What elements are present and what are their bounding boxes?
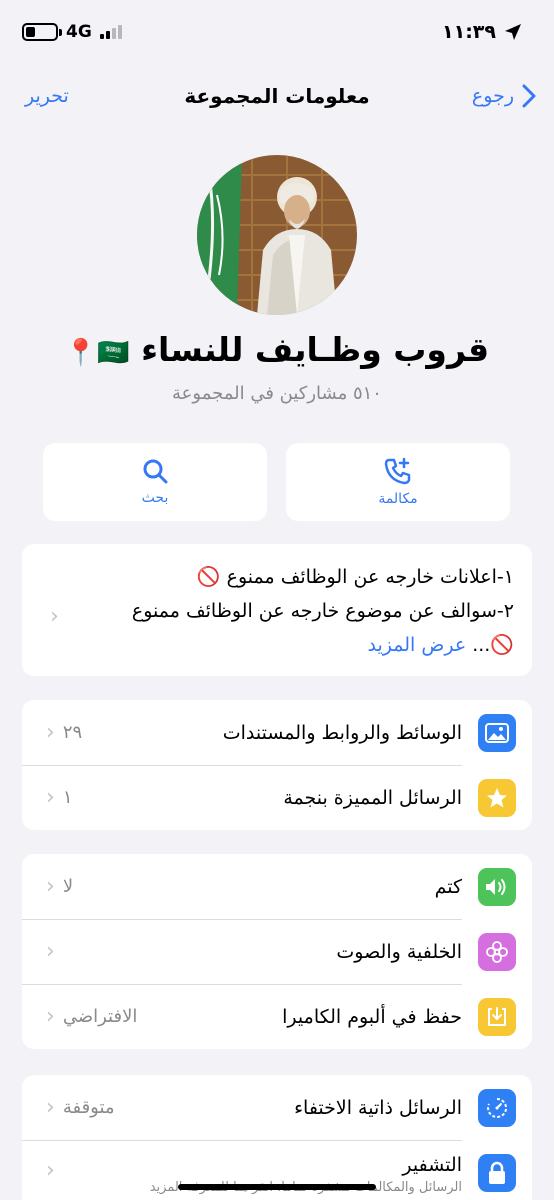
save-value: الافتراضي bbox=[62, 1006, 138, 1027]
photo-icon bbox=[478, 713, 516, 752]
media-links-docs-row[interactable]: الوسائط والروابط والمستندات ٢٩ ‹ bbox=[22, 700, 532, 765]
starred-count: ١ bbox=[62, 787, 73, 808]
status-left: 4G bbox=[22, 22, 122, 42]
settings-section: كتم لا ‹ الخلفية والصوت ‹ حفظ في ألبوم ا… bbox=[22, 854, 532, 1049]
media-count: ٢٩ bbox=[62, 722, 83, 743]
status-bar: 4G ١١:٣٩ bbox=[0, 0, 554, 64]
group-name-emojis: 🇸🇦📍 bbox=[64, 338, 130, 368]
search-label: بحث bbox=[141, 490, 169, 506]
clock: ١١:٣٩ bbox=[442, 21, 496, 43]
group-description[interactable]: ١-اعلانات خارجه عن الوظائف ممنوع 🚫 ٢-سوا… bbox=[22, 544, 532, 676]
save-to-camera-roll-row[interactable]: حفظ في ألبوم الكاميرا الافتراضي ‹ bbox=[22, 984, 532, 1049]
group-name-text: قروب وظـايف للنساء bbox=[141, 330, 490, 369]
mute-label: كتم bbox=[434, 875, 462, 898]
call-button[interactable]: مكالمة bbox=[286, 443, 510, 521]
chevron-left-icon: ‹ bbox=[46, 1095, 55, 1120]
call-label: مكالمة bbox=[378, 491, 418, 507]
flower-icon bbox=[478, 932, 516, 971]
group-name: قروب وظـايف للنساء 🇸🇦📍 bbox=[0, 330, 554, 369]
mute-value: لا bbox=[62, 876, 74, 897]
chevron-left-icon: ‹ bbox=[46, 939, 55, 964]
phone-add-icon bbox=[384, 457, 411, 485]
mute-row[interactable]: كتم لا ‹ bbox=[22, 854, 532, 919]
chevron-left-icon: ‹ bbox=[46, 785, 55, 810]
status-right: ١١:٣٩ bbox=[442, 21, 522, 43]
navigation-bar: تحرير معلومات المجموعة رجوع bbox=[0, 70, 554, 122]
chevron-left-icon: ‹ bbox=[46, 1158, 55, 1183]
description-line-2: ٢-سوالف عن موضوع خارجه عن الوظائف ممنوع bbox=[131, 600, 514, 622]
group-avatar[interactable] bbox=[197, 155, 357, 315]
disappearing-value: متوقفة bbox=[62, 1097, 115, 1118]
signal-icon bbox=[99, 25, 122, 39]
disappearing-messages-row[interactable]: الرسائل ذاتية الاختفاء متوقفة ‹ bbox=[22, 1075, 532, 1140]
wallpaper-sound-row[interactable]: الخلفية والصوت ‹ bbox=[22, 919, 532, 984]
chevron-right-icon bbox=[522, 84, 536, 108]
wallpaper-label: الخلفية والصوت bbox=[336, 940, 462, 963]
search-button[interactable]: بحث bbox=[43, 443, 267, 521]
starred-messages-row[interactable]: الرسائل المميزة بنجمة ١ ‹ bbox=[22, 765, 532, 830]
back-label: رجوع bbox=[471, 85, 514, 107]
description-line-1: ١-اعلانات خارجه عن الوظائف ممنوع 🚫 bbox=[196, 566, 514, 588]
download-icon bbox=[478, 997, 516, 1036]
member-count: ٥١٠ مشاركين في المجموعة bbox=[172, 383, 382, 404]
network-type: 4G bbox=[66, 22, 92, 42]
privacy-section: الرسائل ذاتية الاختفاء متوقفة ‹ التشفير … bbox=[22, 1075, 532, 1200]
home-indicator[interactable] bbox=[178, 1184, 376, 1190]
starred-label: الرسائل المميزة بنجمة bbox=[283, 786, 462, 809]
back-button[interactable]: رجوع bbox=[472, 84, 536, 108]
encryption-label: التشفير bbox=[402, 1154, 462, 1176]
lock-icon bbox=[478, 1154, 516, 1192]
page-title: معلومات المجموعة bbox=[184, 84, 370, 108]
media-label: الوسائط والروابط والمستندات bbox=[222, 721, 462, 744]
search-icon bbox=[143, 459, 168, 484]
chevron-left-icon: ‹ bbox=[46, 874, 55, 899]
media-section: الوسائط والروابط والمستندات ٢٩ ‹ الرسائل… bbox=[22, 700, 532, 830]
description-line-3-prefix: 🚫... bbox=[472, 634, 514, 656]
battery-icon bbox=[22, 23, 62, 41]
chevron-left-icon: ‹ bbox=[50, 604, 59, 629]
chevron-left-icon: ‹ bbox=[46, 1004, 55, 1029]
save-label: حفظ في ألبوم الكاميرا bbox=[282, 1005, 462, 1028]
encryption-row[interactable]: التشفير الرسائل والمكالمات مشفرة تماماً.… bbox=[22, 1140, 532, 1200]
disappearing-label: الرسائل ذاتية الاختفاء bbox=[294, 1096, 462, 1119]
location-arrow-icon bbox=[505, 24, 521, 40]
edit-button[interactable]: تحرير bbox=[25, 85, 69, 107]
timer-icon bbox=[478, 1088, 516, 1127]
description-line-3: 🚫... عرض المزيد bbox=[40, 628, 514, 662]
star-icon bbox=[478, 778, 516, 817]
speaker-icon bbox=[478, 867, 516, 906]
chevron-left-icon: ‹ bbox=[46, 720, 55, 745]
show-more-link[interactable]: عرض المزيد bbox=[368, 634, 467, 656]
